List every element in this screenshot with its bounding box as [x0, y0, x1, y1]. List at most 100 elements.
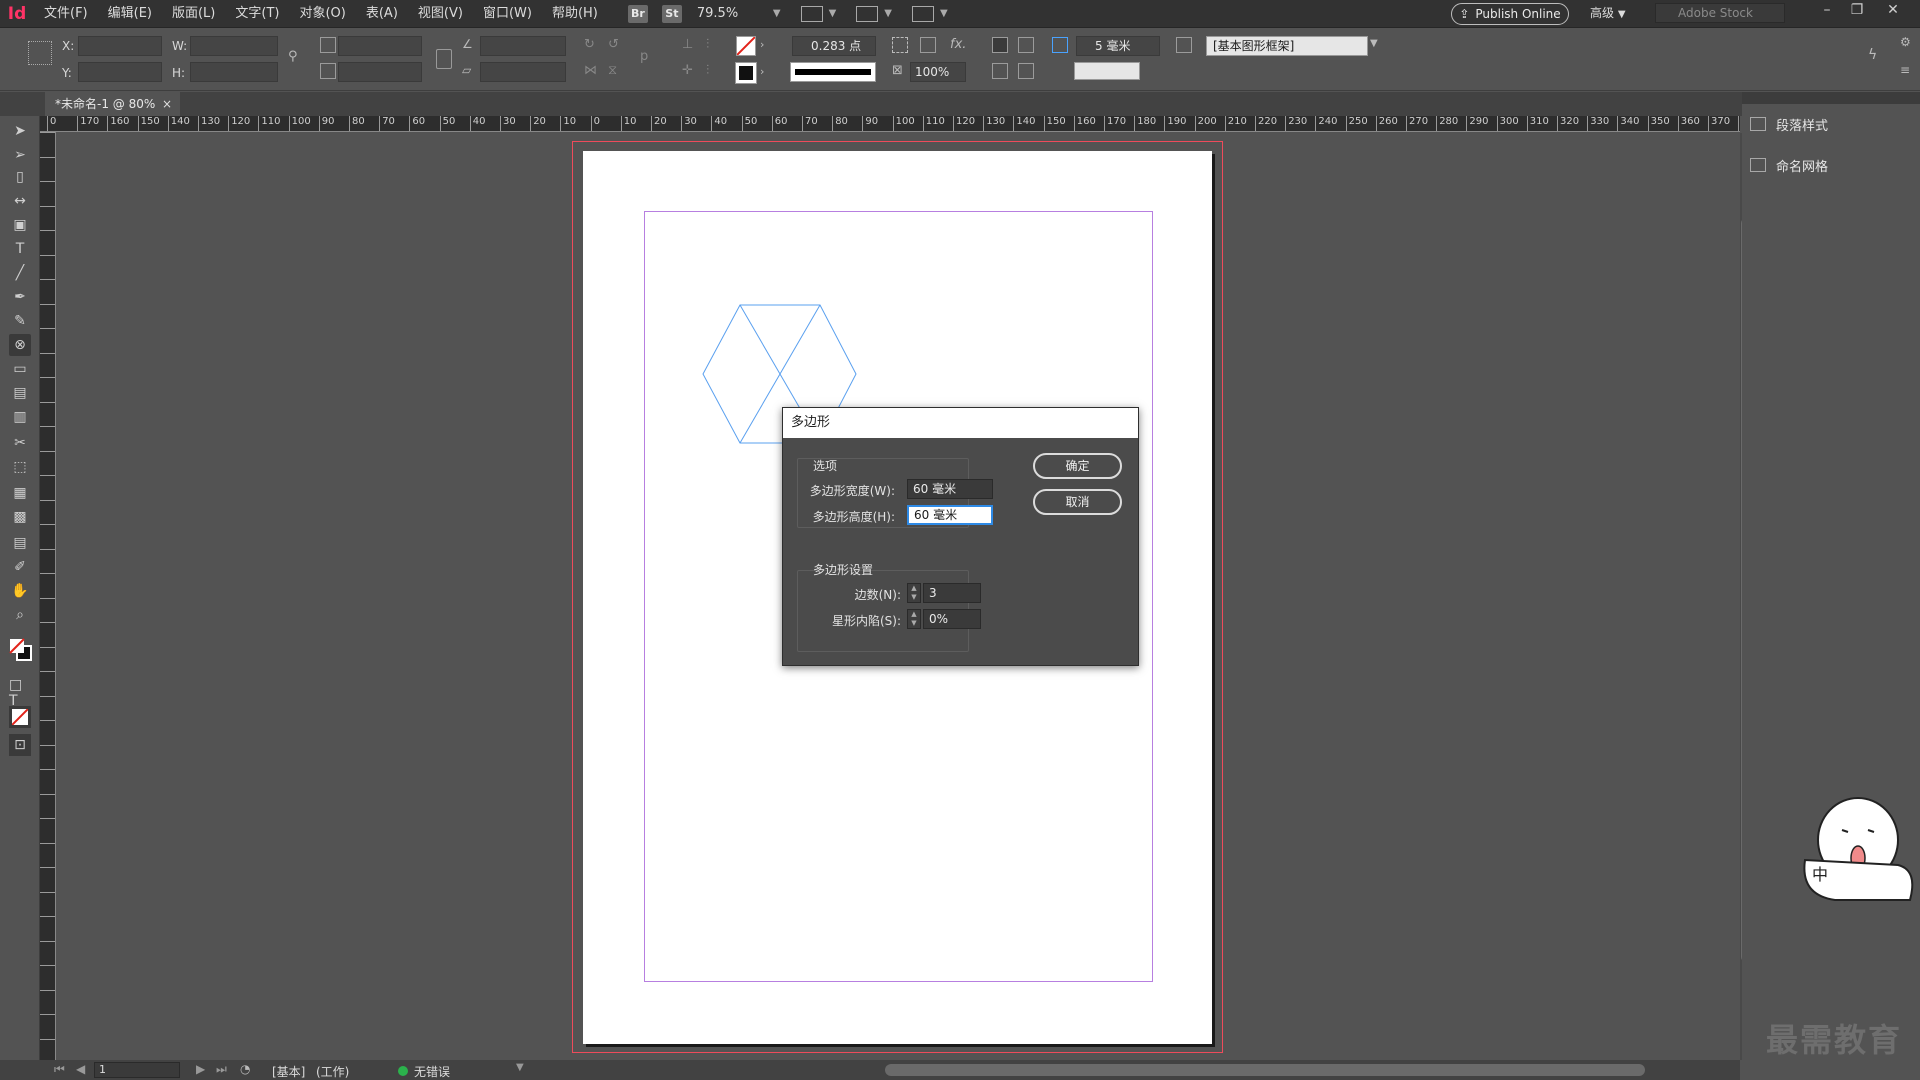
adobe-stock-search[interactable]: Adobe Stock [1655, 3, 1785, 23]
text-path-icon[interactable]: p [640, 49, 656, 65]
screen-mode-tool-icon[interactable]: ⊡ [9, 734, 31, 756]
star-inset-field[interactable]: 0% [923, 609, 981, 629]
gradient-feather-tool-icon[interactable]: ▩ [9, 506, 31, 528]
fx-icon[interactable]: fx. [950, 37, 966, 53]
stroke-weight-field[interactable]: 0.283 点 [792, 36, 876, 56]
stroke-type-select[interactable] [790, 62, 876, 82]
menu-window[interactable]: 窗口(W) [473, 0, 542, 28]
restore-icon[interactable]: ❐ [1842, 2, 1872, 18]
align-center-icon[interactable]: ✛ [682, 63, 698, 79]
flip-vertical-icon[interactable]: ⧖ [608, 63, 624, 79]
arrange-dropdown-icon[interactable]: ▼ [940, 8, 948, 19]
corner-shape-select[interactable] [1074, 62, 1140, 80]
polygon-width-field[interactable]: 60 毫米 [907, 479, 993, 499]
drop-shadow-icon[interactable] [892, 37, 908, 53]
text-wrap-jump-icon[interactable] [1018, 63, 1034, 79]
distribute-center-icon[interactable]: ⫶ [706, 63, 722, 79]
fill-stroke-icon[interactable] [9, 638, 33, 662]
paragraph-styles-panel-tab[interactable]: 段落样式 [1750, 109, 1910, 139]
type-tool-icon[interactable]: T [9, 238, 31, 260]
gap-tool-icon[interactable]: ↔ [9, 190, 31, 212]
zoom-dropdown-icon[interactable]: ▼ [773, 8, 781, 19]
grid-tool-icon[interactable]: ▥ [9, 406, 31, 428]
prev-page-icon[interactable]: ◀ [76, 1062, 85, 1076]
menu-view[interactable]: 视图(V) [408, 0, 473, 28]
polygon-height-field[interactable]: 60 毫米 [907, 505, 993, 525]
next-page-icon[interactable]: ▶ [196, 1062, 205, 1076]
publish-online-button[interactable]: ⇪ Publish Online [1451, 3, 1569, 25]
menu-object[interactable]: 对象(O) [289, 0, 355, 28]
lightning-icon[interactable]: ϟ [1868, 47, 1877, 63]
preflight-label[interactable]: 无错误 [414, 1063, 450, 1080]
link-icon[interactable] [436, 49, 452, 69]
effects-icon[interactable] [920, 37, 936, 53]
named-grid-panel-tab[interactable]: 命名网格 [1750, 150, 1910, 180]
distribute-icon[interactable]: ⫶ [706, 37, 722, 53]
pen-tool-icon[interactable]: ✒ [9, 286, 31, 308]
document-tab[interactable]: *未命名-1 @ 80% × [45, 92, 180, 116]
text-wrap-none-icon[interactable] [992, 37, 1008, 53]
menu-file[interactable]: 文件(F) [34, 0, 98, 28]
selection-tool-icon[interactable]: ➤ [9, 120, 31, 142]
eyedropper-tool-icon[interactable]: ✐ [9, 556, 31, 578]
fill-swatch[interactable] [736, 36, 756, 56]
screen-mode-dropdown-icon[interactable]: ▼ [829, 8, 837, 19]
y-field[interactable] [78, 62, 162, 82]
flip-horizontal-icon[interactable]: ⋈ [584, 63, 600, 79]
x-field[interactable] [78, 36, 162, 56]
object-style-select[interactable]: [基本图形框架] [1206, 36, 1368, 56]
menu-help[interactable]: 帮助(H) [542, 0, 608, 28]
opacity-field[interactable]: 100% [910, 62, 966, 82]
close-icon[interactable]: ✕ [1878, 2, 1908, 18]
scissors-tool-icon[interactable]: ✂ [9, 432, 31, 454]
apply-none-icon[interactable] [9, 706, 31, 728]
number-of-sides-field[interactable]: 3 [923, 583, 981, 603]
hand-tool-icon[interactable]: ✋ [9, 580, 31, 602]
horizontal-scroll-thumb[interactable] [885, 1064, 1645, 1076]
sides-stepper[interactable]: ▲ ▼ [907, 583, 921, 603]
corner-shape-icon[interactable] [1052, 37, 1068, 53]
bridge-button[interactable]: Br [627, 4, 648, 23]
panel-menu-icon[interactable]: ≡ [1900, 63, 1910, 77]
reference-point-icon[interactable] [28, 41, 52, 65]
stock-button[interactable]: St [661, 4, 682, 23]
content-collector-icon[interactable]: ▣ [9, 214, 31, 236]
corner-size-field[interactable]: 5 毫米 [1076, 36, 1160, 56]
menu-edit[interactable]: 编辑(E) [98, 0, 162, 28]
formatting-container-icon[interactable]: □ T [9, 677, 31, 709]
mode-label[interactable]: (工作) [316, 1063, 349, 1080]
tab-close-icon[interactable]: × [162, 92, 172, 116]
polygon-frame-tool-icon[interactable]: ⊗ [9, 334, 31, 356]
zoom-level[interactable]: 79.5% [697, 6, 767, 21]
rotation-field[interactable] [480, 36, 566, 56]
last-page-icon[interactable]: ⏭ [216, 1062, 227, 1077]
w-field[interactable] [190, 36, 278, 56]
cancel-button[interactable]: 取消 [1033, 489, 1122, 515]
workspace-switcher[interactable]: 高级 ▼ [1590, 4, 1626, 21]
fill-arrow-icon[interactable]: › [760, 38, 764, 51]
settings-gear-icon[interactable]: ⚙ [1900, 35, 1911, 49]
rectangle-tool-icon[interactable]: ▭ [9, 358, 31, 380]
screen-mode-icon[interactable] [800, 5, 823, 22]
zoom-tool-icon[interactable]: ⌕ [9, 604, 31, 626]
menu-type[interactable]: 文字(T) [225, 0, 289, 28]
rotate-ccw-icon[interactable]: ↺ [608, 37, 624, 53]
view-options-icon[interactable] [856, 5, 879, 22]
note-tool-icon[interactable]: ▤ [9, 532, 31, 554]
text-wrap-shape-icon[interactable] [992, 63, 1008, 79]
direct-selection-tool-icon[interactable]: ➢ [9, 144, 31, 166]
page-number-field[interactable]: 1 [94, 1062, 180, 1078]
gradient-swatch-tool-icon[interactable]: ▦ [9, 482, 31, 504]
shear-field[interactable] [480, 62, 566, 82]
pencil-tool-icon[interactable]: ✎ [9, 310, 31, 332]
line-tool-icon[interactable]: ╱ [9, 262, 31, 284]
scale-x-field[interactable] [338, 36, 422, 56]
ok-button[interactable]: 确定 [1033, 453, 1122, 479]
star-inset-stepper[interactable]: ▲ ▼ [907, 609, 921, 629]
stroke-swatch[interactable] [735, 62, 757, 84]
stroke-arrow-icon[interactable]: › [760, 65, 764, 78]
object-style-dropdown-icon[interactable]: ▼ [1370, 38, 1378, 49]
free-transform-tool-icon[interactable]: ⬚ [9, 456, 31, 478]
align-icon[interactable]: ⊥ [682, 37, 698, 53]
table-tool-icon[interactable]: ▤ [9, 382, 31, 404]
